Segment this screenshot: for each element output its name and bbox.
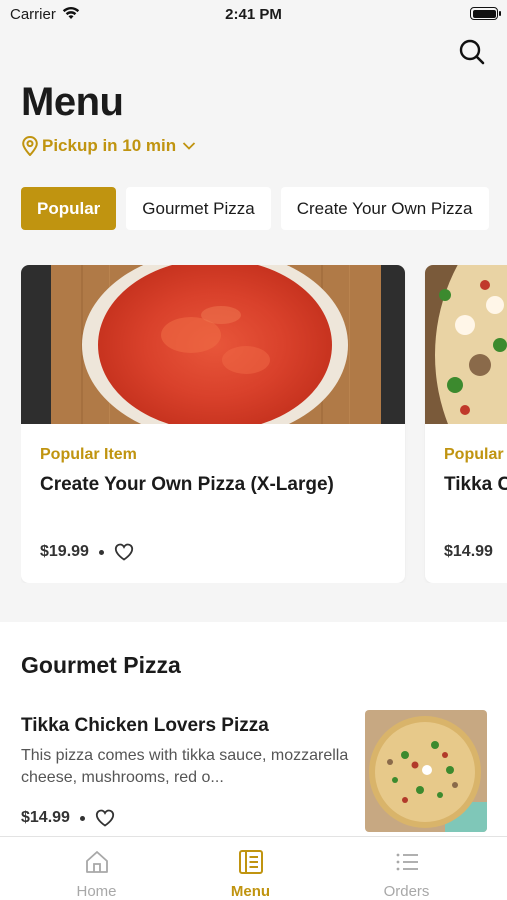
pizza-image bbox=[425, 265, 507, 424]
list-icon bbox=[396, 853, 418, 871]
gourmet-pizza-section: Gourmet Pizza Tikka Chicken Lovers Pizza… bbox=[0, 622, 507, 842]
popular-item-tag: Popular Item bbox=[444, 446, 507, 463]
home-icon bbox=[86, 851, 108, 873]
clock: 2:41 PM bbox=[225, 6, 282, 23]
pickup-label: Pickup in 10 min bbox=[42, 136, 177, 155]
battery-icon bbox=[470, 7, 501, 20]
tab-home-label: Home bbox=[76, 883, 117, 900]
menu-item-price: $14.99 bbox=[21, 809, 70, 826]
pizza-thumbnail bbox=[365, 710, 487, 832]
menu-item-description: This pizza comes with tikka sauce, mozza… bbox=[21, 747, 349, 786]
card-price-row: $19.99 bbox=[40, 543, 134, 561]
menu-item-name[interactable]: Tikka Chicken Lovers Pizza bbox=[21, 715, 269, 737]
popular-carousel: Popular Item Create Your Own Pizza (X-La… bbox=[21, 265, 507, 583]
card-price-row: $14.99 bbox=[444, 543, 493, 561]
separator-dot bbox=[98, 549, 104, 555]
tab-popular[interactable]: Popular bbox=[21, 187, 117, 230]
popular-card[interactable]: Popular Item Tikka Chicken Lovers Pizza … bbox=[425, 265, 507, 583]
category-tabs: Popular Gourmet Pizza Create Your Own Pi… bbox=[21, 187, 489, 230]
tab-home[interactable]: Home bbox=[12, 837, 181, 900]
menu-book-icon bbox=[239, 850, 263, 874]
tab-create-your-own-pizza[interactable]: Create Your Own Pizza bbox=[280, 187, 489, 230]
pickup-selector[interactable]: Pickup in 10 min bbox=[22, 136, 200, 156]
search-icon bbox=[459, 39, 485, 65]
card-title: Tikka Chicken Lovers Pizza bbox=[444, 474, 507, 495]
separator-dot bbox=[79, 815, 85, 821]
tab-orders[interactable]: Orders bbox=[322, 837, 491, 900]
tab-menu-label: Menu bbox=[230, 883, 271, 900]
page-title: Menu bbox=[21, 80, 124, 124]
bottom-tab-bar: Home Menu Orders bbox=[0, 836, 507, 900]
popular-card[interactable]: Popular Item Create Your Own Pizza (X-La… bbox=[21, 265, 405, 583]
card-title: Create Your Own Pizza (X-Large) bbox=[40, 474, 334, 495]
card-price: $19.99 bbox=[40, 543, 89, 560]
card-price: $14.99 bbox=[444, 543, 493, 560]
menu-item-image[interactable] bbox=[365, 710, 487, 832]
section-title: Gourmet Pizza bbox=[21, 652, 181, 678]
status-bar: Carrier 2:41 PM bbox=[0, 0, 507, 30]
pizza-image bbox=[21, 265, 405, 424]
search-button[interactable] bbox=[457, 37, 487, 67]
tab-menu[interactable]: Menu bbox=[166, 837, 335, 900]
popular-item-tag: Popular Item bbox=[40, 446, 137, 463]
chevron-down-icon bbox=[183, 142, 196, 150]
menu-item-price-row: $14.99 bbox=[21, 809, 115, 827]
tab-orders-label: Orders bbox=[383, 883, 430, 900]
heart-icon[interactable] bbox=[114, 543, 134, 561]
heart-icon[interactable] bbox=[95, 809, 115, 827]
location-pin-icon bbox=[22, 136, 38, 156]
tab-gourmet-pizza[interactable]: Gourmet Pizza bbox=[126, 187, 271, 230]
